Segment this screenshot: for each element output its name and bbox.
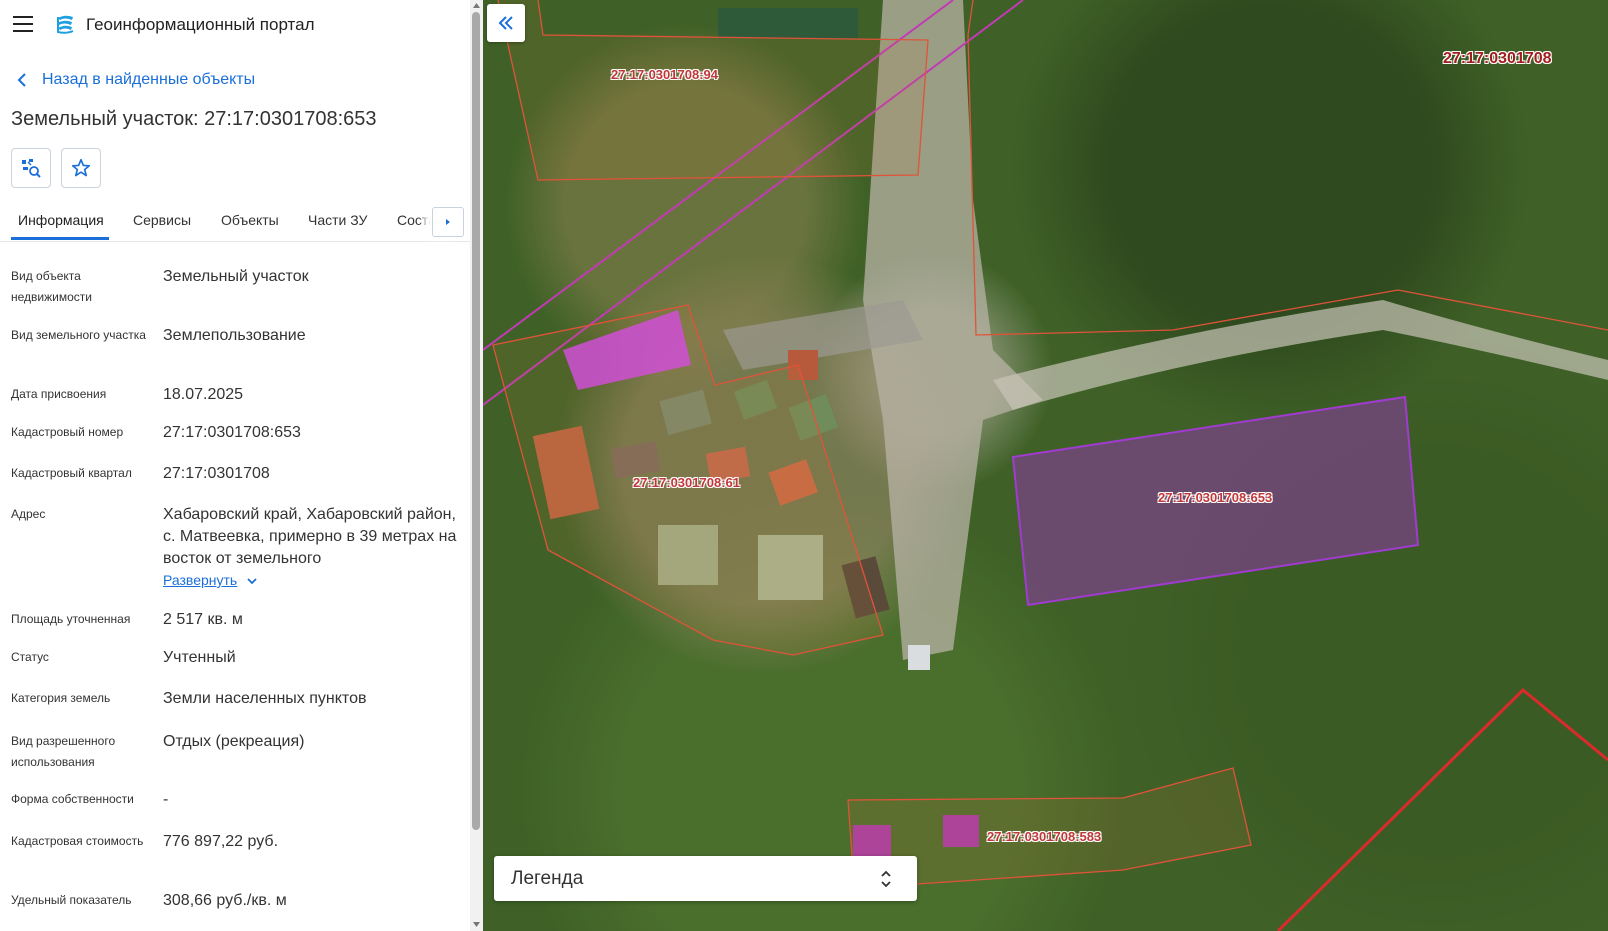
chevron-left-icon bbox=[17, 73, 26, 87]
star-icon bbox=[71, 158, 91, 177]
double-chevron-left-icon bbox=[498, 16, 513, 30]
property-label: Удельный показатель bbox=[11, 893, 132, 907]
property-label: Вид объекта недвижимости bbox=[11, 269, 92, 304]
parcel-label[interactable]: 27:17:0301708:61 bbox=[633, 475, 740, 490]
cadastral-quarter-label: 27:17:0301708 bbox=[1443, 50, 1552, 67]
tab-information[interactable]: Информация bbox=[18, 200, 104, 240]
expand-address-link[interactable]: Развернуть bbox=[163, 572, 237, 588]
tab-objects[interactable]: Объекты bbox=[221, 200, 279, 240]
map-view[interactable]: 27:17:0301708:94 27:17:0301708:61 27:17:… bbox=[483, 0, 1608, 931]
map-search-icon bbox=[22, 159, 41, 178]
property-value: Земельный участок bbox=[163, 268, 309, 285]
chevron-down-icon[interactable] bbox=[245, 574, 259, 588]
parcel-label[interactable]: 27:17:0301708:94 bbox=[611, 67, 718, 82]
tab-land-parts[interactable]: Части ЗУ bbox=[308, 200, 367, 240]
property-label: Площадь уточненная bbox=[11, 612, 131, 626]
property-value: 308,66 руб./кв. м bbox=[163, 892, 287, 909]
property-value: Хабаровский край, Хабаровский район, с. … bbox=[163, 506, 457, 567]
property-label: Вид разрешенного использования bbox=[11, 734, 116, 769]
property-label: Кадастровый квартал bbox=[11, 466, 132, 480]
panel-scrollbar-thumb[interactable] bbox=[472, 12, 480, 830]
property-label: Вид земельного участка bbox=[11, 328, 146, 342]
legend-panel[interactable]: Легенда bbox=[494, 856, 917, 901]
property-value: 18.07.2025 bbox=[163, 386, 244, 403]
property-value: 776 897,22 руб. bbox=[163, 833, 279, 850]
back-link-label: Назад в найденные объекты bbox=[42, 71, 256, 88]
map-layer bbox=[483, 0, 1608, 931]
property-value: 2 517 кв. м bbox=[163, 611, 243, 628]
active-tab-indicator bbox=[11, 237, 109, 240]
property-value: - bbox=[163, 791, 169, 808]
scroll-down-icon[interactable] bbox=[472, 920, 481, 929]
property-value: 27:17:0301708 bbox=[163, 465, 270, 482]
property-label: Дата присвоения bbox=[11, 387, 107, 401]
property-value: Учтенный bbox=[163, 649, 236, 666]
selected-parcel-label[interactable]: 27:17:0301708:653 bbox=[1158, 490, 1272, 505]
back-link[interactable]: Назад в найденные объекты bbox=[16, 69, 255, 91]
favorite-button[interactable] bbox=[61, 148, 101, 188]
property-label: Адрес bbox=[11, 507, 46, 521]
menu-icon[interactable] bbox=[13, 16, 33, 32]
property-label: Форма собственности bbox=[11, 792, 134, 806]
legend-title: Легенда bbox=[511, 868, 584, 889]
collapse-panel-button[interactable] bbox=[487, 4, 525, 42]
app-root: Геоинформационный портал Назад в найденн… bbox=[0, 0, 1608, 931]
top-bar: Геоинформационный портал bbox=[0, 0, 483, 48]
tabs-scroll-right-button[interactable] bbox=[432, 207, 464, 237]
tab-composition[interactable]: Соста bbox=[397, 200, 436, 240]
object-title: Земельный участок: 27:17:0301708:653 bbox=[11, 108, 377, 130]
portal-title: Геоинформационный портал bbox=[86, 15, 315, 34]
chevron-right-icon bbox=[446, 219, 450, 225]
property-value: Отдых (рекреация) bbox=[163, 733, 305, 750]
scroll-up-icon[interactable] bbox=[472, 1, 481, 10]
property-label: Статус bbox=[11, 650, 49, 664]
parcel-label[interactable]: 27:17:0301708:583 bbox=[987, 829, 1101, 844]
property-value: Землепользование bbox=[163, 327, 306, 344]
property-value: Земли населенных пунктов bbox=[163, 690, 367, 707]
show-on-map-button[interactable] bbox=[11, 148, 51, 188]
info-panel: Геоинформационный портал Назад в найденн… bbox=[0, 0, 483, 931]
property-label: Категория земель bbox=[11, 691, 111, 705]
tab-services[interactable]: Сервисы bbox=[133, 200, 191, 240]
portal-logo-icon bbox=[57, 15, 74, 34]
property-label: Кадастровый номер bbox=[11, 425, 124, 439]
unfold-icon[interactable] bbox=[879, 867, 893, 891]
property-value: 27:17:0301708:653 bbox=[163, 424, 301, 441]
property-label: Кадастровая стоимость bbox=[11, 834, 144, 848]
tabs-bar: Информация Сервисы Объекты Части ЗУ Сост… bbox=[0, 200, 470, 242]
